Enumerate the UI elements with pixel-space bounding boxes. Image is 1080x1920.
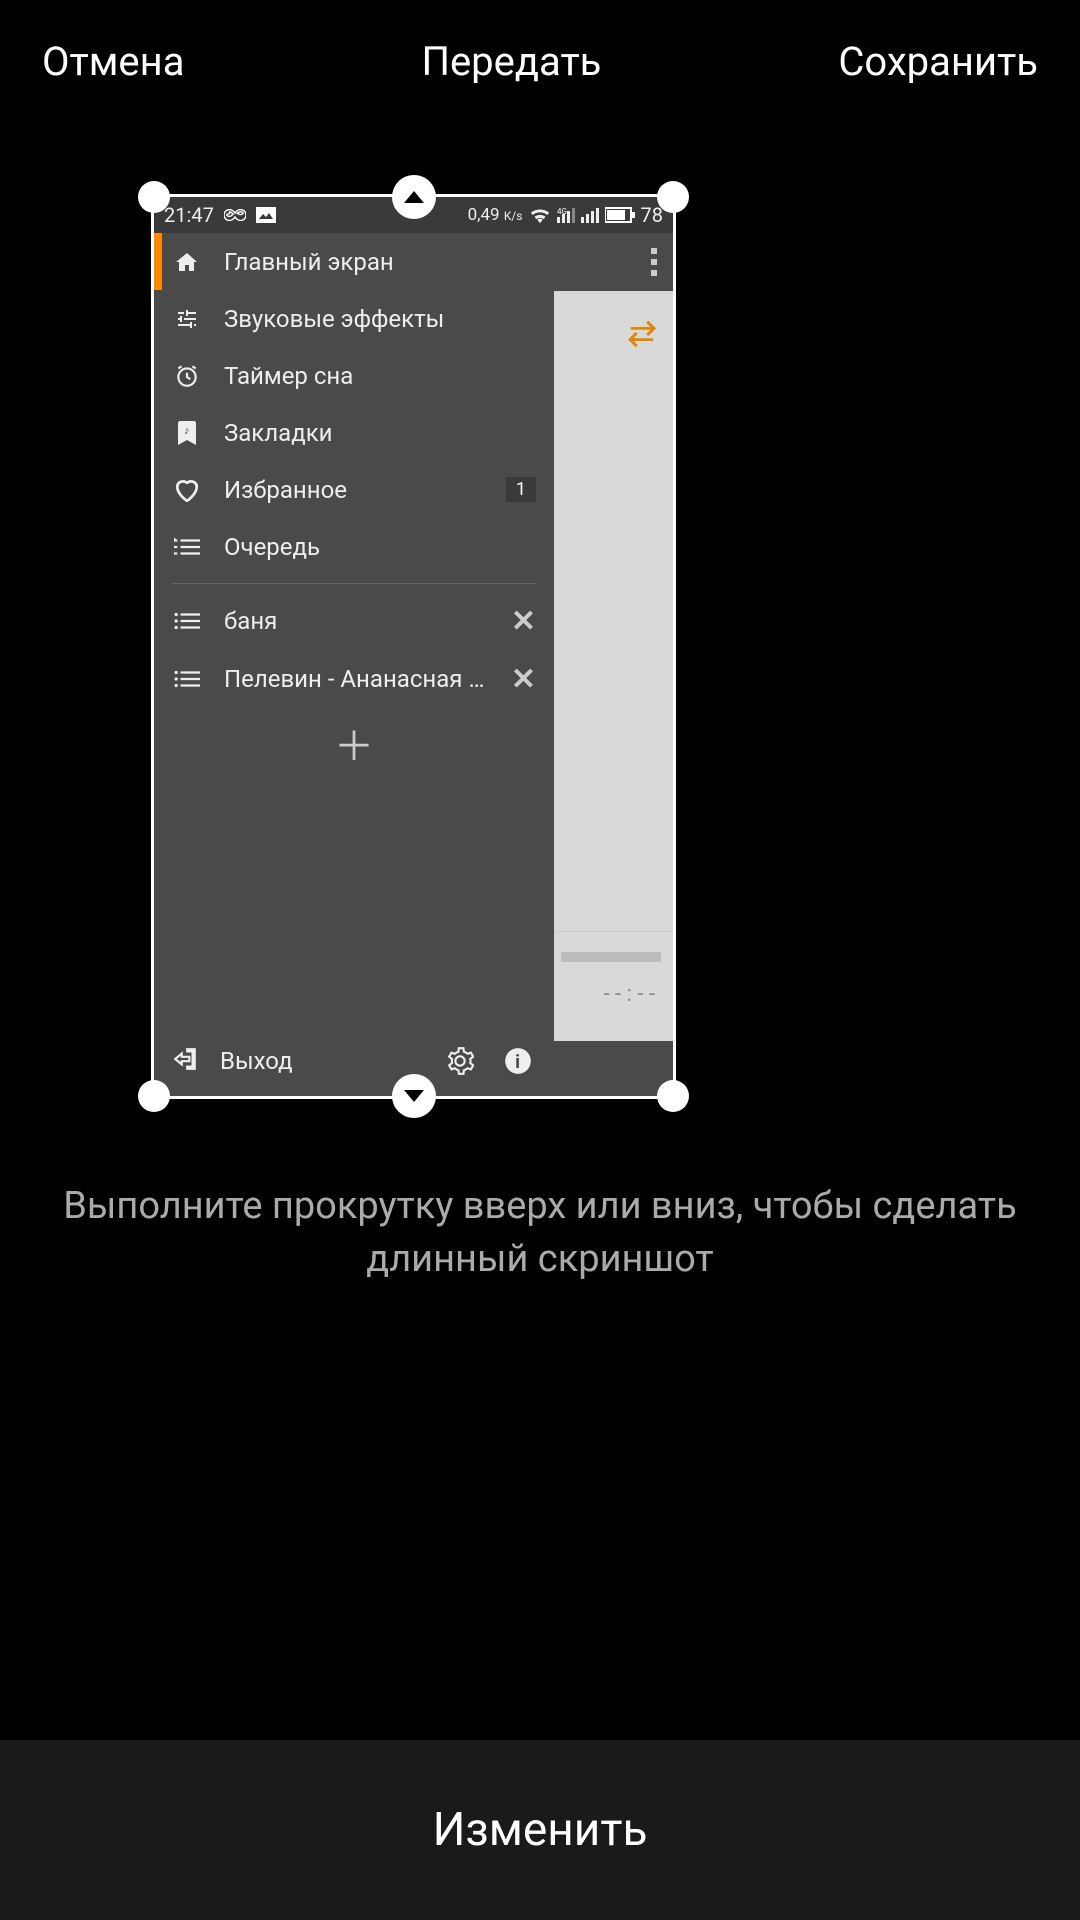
wifi-icon [529,206,551,224]
infinity-icon [224,209,246,221]
scrub-bar[interactable] [561,952,661,962]
queue-icon [172,537,202,557]
playlist-item[interactable]: баня ✕ [154,592,554,650]
menu-label: Таймер сна [224,362,536,390]
crop-frame[interactable]: 21:47 0,49 K/s 4G 78 Главный экран [151,194,676,1099]
home-icon [172,250,202,274]
menu-label: Очередь [224,533,536,561]
remove-playlist-button[interactable]: ✕ [511,662,536,697]
status-time: 21:47 [164,203,214,227]
scroll-hint: Выполните прокрутку вверх или вниз, чтоб… [0,1180,1080,1286]
playlist-icon [172,669,202,689]
exit-button[interactable]: Выход [220,1047,420,1075]
edit-bar: Изменить [0,1740,1080,1920]
status-speed: 0,49 K/s [468,205,523,225]
playlist-label: Пелевин - Ананасная во.. [224,665,489,693]
signal-icon [581,207,599,223]
save-button[interactable]: Сохранить [838,38,1038,85]
playlist-label: баня [224,607,489,635]
divider [172,583,536,584]
info-icon[interactable]: i [500,1047,536,1075]
svg-text:♪: ♪ [184,424,190,437]
share-button[interactable]: Передать [421,38,601,85]
playback-bar [554,1041,673,1096]
add-playlist-button[interactable]: ＋ [154,708,554,778]
menu-favorites[interactable]: Избранное 1 [154,461,554,518]
screenshot-preview: 21:47 0,49 K/s 4G 78 Главный экран [154,197,673,1096]
clock-icon [172,363,202,389]
menu-bookmarks[interactable]: ♪ Закладки [154,404,554,461]
scroll-up-handle[interactable] [392,175,436,219]
playlist-icon [172,611,202,631]
sidebar-bottom: Выход i [154,1026,554,1096]
crop-handle-top-left[interactable] [138,181,170,213]
settings-icon[interactable] [442,1047,478,1075]
crop-handle-bottom-left[interactable] [138,1080,170,1112]
overflow-menu-icon[interactable] [651,248,657,276]
menu-label: Звуковые эффекты [224,305,536,333]
sidebar: Главный экран Звуковые эффекты Таймер сн… [154,233,554,1096]
crop-handle-bottom-right[interactable] [657,1080,689,1112]
menu-sleep-timer[interactable]: Таймер сна [154,347,554,404]
app-top-bar [554,233,673,291]
bookmark-icon: ♪ [172,421,202,445]
svg-text:4G: 4G [557,207,567,216]
edit-button[interactable]: Изменить [433,1803,648,1857]
menu-sound-effects[interactable]: Звуковые эффекты [154,290,554,347]
scrub-area: - - : - - [554,931,673,1041]
menu-label: Закладки [224,419,536,447]
screenshot-top-bar: Отмена Передать Сохранить [0,0,1080,123]
heart-icon [172,478,202,502]
right-panel: - - : - - [554,233,673,1096]
picture-icon [256,207,276,223]
repeat-icon[interactable] [625,317,659,357]
favorites-badge: 1 [506,477,536,502]
exit-icon[interactable] [172,1046,198,1076]
battery-icon [605,207,635,223]
cancel-button[interactable]: Отмена [42,38,184,85]
sliders-icon [172,307,202,331]
time-display: - - : - - [604,982,655,1007]
menu-label: Избранное [224,476,484,504]
scroll-down-handle[interactable] [392,1074,436,1118]
menu-home[interactable]: Главный экран [154,233,554,290]
svg-text:i: i [515,1051,520,1073]
crop-handle-top-right[interactable] [657,181,689,213]
remove-playlist-button[interactable]: ✕ [511,604,536,639]
signal-4g-icon: 4G [557,207,575,223]
menu-queue[interactable]: Очередь [154,518,554,575]
menu-label: Главный экран [224,248,536,276]
playlist-item[interactable]: Пелевин - Ананасная во.. ✕ [154,650,554,708]
